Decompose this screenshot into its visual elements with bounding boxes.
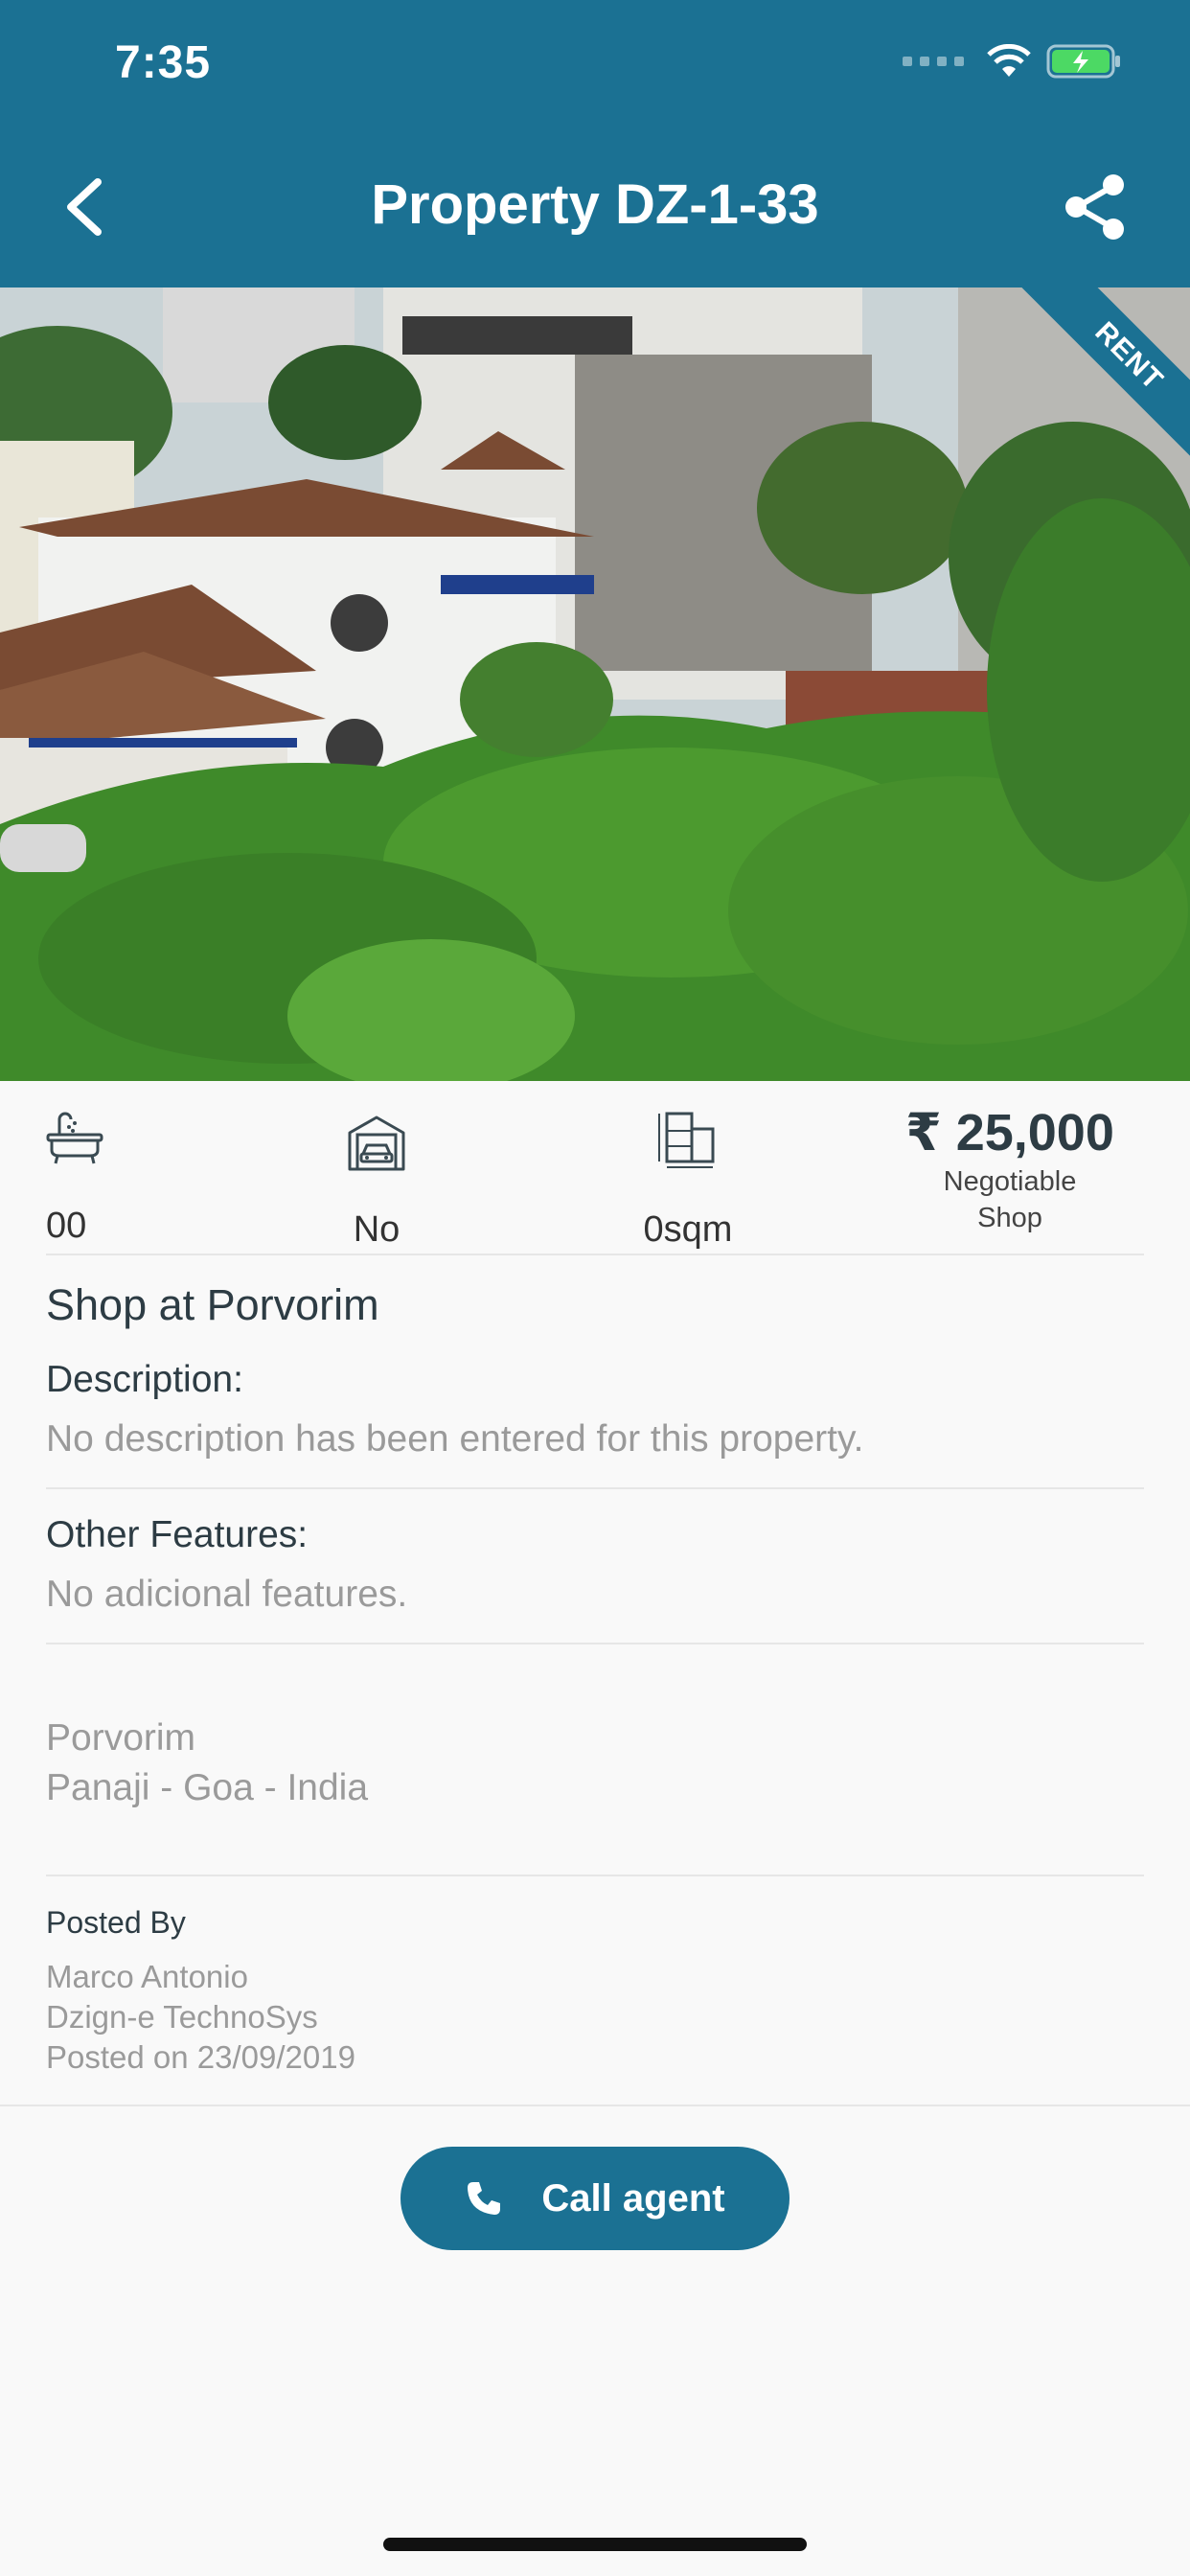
divider <box>46 1874 1144 1876</box>
agent-name: Marco Antonio <box>46 1959 248 1994</box>
bathrooms-stat: 00 <box>46 1110 103 1246</box>
property-title: Shop at Porvorim <box>46 1280 379 1329</box>
status-time: 7:35 <box>115 37 212 88</box>
location-region: Panaji - Goa - India <box>46 1767 369 1808</box>
rent-ribbon: RENT <box>1018 288 1190 460</box>
description-label: Description: <box>46 1359 243 1400</box>
area-stat: 0sqm <box>644 1110 732 1250</box>
garage-value: No <box>353 1209 400 1250</box>
price-box: ₹ 25,000 Negotiable Shop <box>876 1102 1144 1235</box>
divider <box>46 1487 1144 1489</box>
price-negotiable: Negotiable <box>943 1166 1077 1197</box>
posted-date: Posted on 23/09/2019 <box>46 2039 355 2075</box>
property-photo-illustration <box>0 288 1190 1081</box>
price-value: ₹ 25,000 <box>905 1104 1114 1162</box>
phone-icon <box>468 2182 501 2215</box>
floor-plan-icon <box>658 1112 715 1168</box>
header: 7:35 Property DZ-1-33 <box>0 0 1190 288</box>
property-photo[interactable]: RENT <box>0 288 1190 1081</box>
features-text: No adicional features. <box>46 1574 408 1615</box>
status-icons <box>903 40 1123 82</box>
garage-stat: No <box>343 1114 410 1250</box>
location-locality: Porvorim <box>46 1717 196 1759</box>
description-text: No description has been entered for this… <box>46 1418 864 1460</box>
bathrooms-value: 00 <box>46 1206 87 1246</box>
share-button[interactable] <box>1062 172 1131 242</box>
posted-by-label: Posted By <box>46 1905 186 1940</box>
agent-company: Dzign-e TechnoSys <box>46 1999 318 2035</box>
call-agent-button[interactable]: Call agent <box>400 2147 790 2250</box>
features-label: Other Features: <box>46 1514 309 1555</box>
property-type: Shop <box>977 1203 1042 1233</box>
call-agent-label: Call agent <box>541 2176 725 2220</box>
page-title: Property DZ-1-33 <box>371 173 819 236</box>
battery-charging-icon <box>1046 44 1120 79</box>
area-value: 0sqm <box>643 1209 733 1250</box>
home-indicator[interactable] <box>383 2538 807 2551</box>
share-icon <box>1065 174 1124 240</box>
wifi-icon <box>987 44 1031 77</box>
divider <box>46 1643 1144 1644</box>
garage-icon <box>348 1116 405 1171</box>
rent-badge: RENT <box>1018 288 1190 460</box>
signal-icon <box>903 57 964 66</box>
property-stats: 00 No 0sqm ₹ 25,000 Negotiable Shop <box>46 1081 1144 1255</box>
bathtub-icon <box>46 1112 103 1164</box>
divider <box>0 2104 1190 2106</box>
